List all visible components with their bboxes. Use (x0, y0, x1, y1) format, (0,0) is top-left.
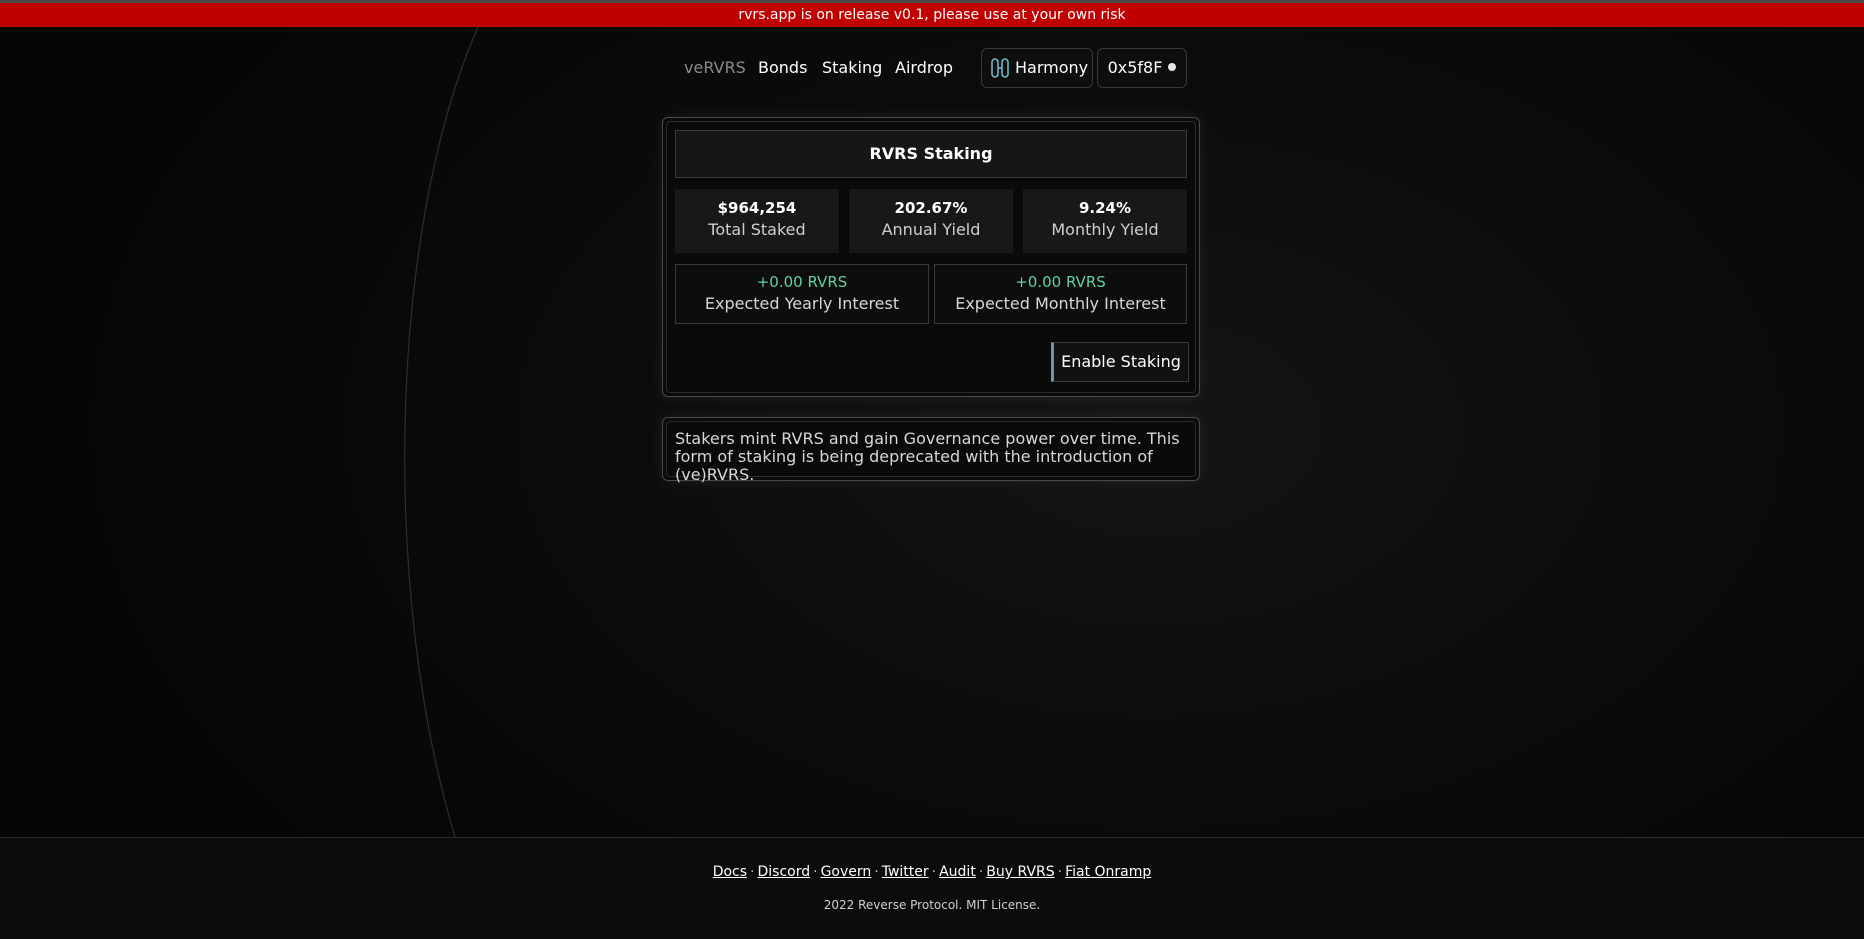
enable-staking-button[interactable]: Enable Staking (1051, 342, 1189, 382)
interest-label: Expected Yearly Interest (704, 294, 900, 313)
panel-title: RVRS Staking (675, 130, 1187, 178)
stat-label: Annual Yield (881, 220, 981, 239)
footer: Docs · Discord · Govern · Twitter · Audit · Buy RV… (0, 837, 1864, 939)
stat-label: Monthly Yield (1051, 220, 1159, 239)
harmony-icon (991, 58, 1009, 78)
network-selector[interactable]: Harmony (981, 48, 1093, 88)
wallet-address: 0x5f8F (1107, 58, 1163, 77)
footer-links: Docs · Discord · Govern · Twitter · Audit · Buy RV… (0, 864, 1864, 880)
footer-separator: · (931, 864, 937, 880)
info-panel: Stakers mint RVRS and gain Governance po… (662, 417, 1200, 484)
nav-airdrop[interactable]: Airdrop (895, 48, 953, 88)
expected-monthly-interest: +0.00 RVRS Expected Monthly Interest (934, 264, 1187, 324)
network-label: Harmony (1015, 58, 1089, 77)
nav-staking[interactable]: Staking (822, 48, 882, 88)
footer-separator: · (813, 864, 818, 880)
dot-icon (1168, 62, 1177, 71)
nav-bonds[interactable]: Bonds (758, 48, 807, 88)
footer-link-govern[interactable]: Govern (821, 864, 872, 880)
stat-monthly-yield: 9.24% Monthly Yield (1023, 189, 1187, 253)
stat-value: 202.67% (894, 199, 968, 217)
footer-link-fiat-onramp[interactable]: Fiat Onramp (1065, 864, 1151, 880)
wallet-button[interactable]: 0x5f8F (1097, 48, 1187, 88)
footer-link-audit[interactable]: Audit (939, 864, 976, 880)
staking-panel: RVRS Staking $964,254 Total Staked 202.6… (662, 117, 1200, 397)
stat-value: $964,254 (717, 199, 797, 217)
footer-link-docs[interactable]: Docs (713, 864, 747, 880)
footer-separator: · (874, 864, 879, 880)
copyright: 2022 Reverse Protocol. MIT License. (823, 898, 1041, 912)
expected-yearly-interest: +0.00 RVRS Expected Yearly Interest (675, 264, 929, 324)
footer-link-buy-rvrs[interactable]: Buy RVRS (986, 864, 1054, 880)
footer-link-discord[interactable]: Discord (757, 864, 810, 880)
risk-banner: rvrs.app is on release v0.1, please use … (0, 3, 1864, 27)
interest-label: Expected Monthly Interest (955, 294, 1166, 313)
footer-separator: · (978, 864, 984, 880)
stat-label: Total Staked (708, 220, 806, 239)
staking-description: Stakers mint RVRS and gain Governance po… (675, 429, 1180, 484)
interest-value: +0.00 RVRS (1015, 273, 1106, 291)
stat-annual-yield: 202.67% Annual Yield (849, 189, 1013, 253)
stat-total-staked: $964,254 Total Staked (675, 189, 839, 253)
footer-separator: · (750, 864, 755, 880)
footer-link-twitter[interactable]: Twitter (882, 864, 929, 880)
nav-verv rs[interactable]: veRVRS (684, 48, 746, 88)
top-navigation: veRVRS Bonds Staking Airdrop Harmony 0x5… (0, 48, 1864, 88)
interest-value: +0.00 RVRS (756, 273, 848, 291)
footer-separator: · (1057, 864, 1063, 880)
stat-value: 9.24% (1078, 199, 1132, 217)
